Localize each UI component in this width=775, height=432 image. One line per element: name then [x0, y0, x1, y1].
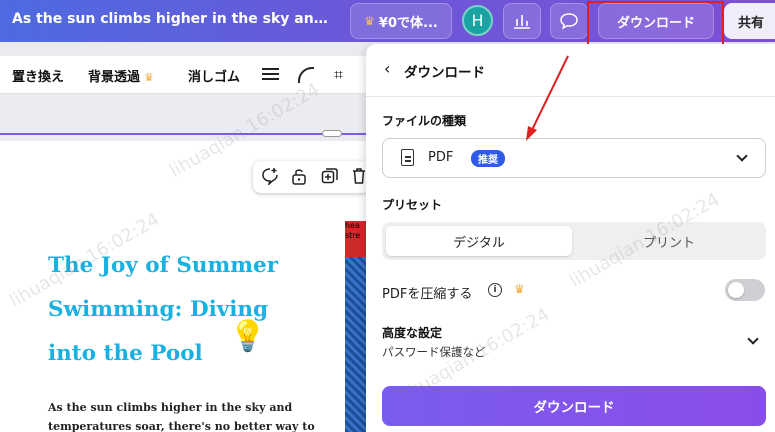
recommended-badge: 推奨 [471, 150, 505, 167]
compress-pdf-toggle[interactable] [725, 279, 765, 301]
image-edit-toolbar: 置き換え 背景透過 ♛ 消しゴム ⌗ [0, 56, 370, 94]
chevron-down-icon[interactable] [747, 333, 759, 345]
panel-title: ダウンロード [404, 65, 485, 81]
bg-remove-label: 背景透過 [88, 70, 141, 85]
preset-print[interactable]: プリント [576, 226, 762, 256]
add-comment-icon[interactable] [261, 167, 279, 189]
lightbulb-icon[interactable]: 💡 [229, 319, 266, 354]
bar-chart-icon [514, 15, 530, 29]
replace-button[interactable]: 置き換え [12, 66, 64, 85]
back-chevron-icon[interactable]: ‹ [384, 59, 390, 78]
crown-icon: ♛ [144, 71, 154, 84]
page-heading[interactable]: The Joy of Summer Swimming: Diving into … [48, 244, 318, 376]
eraser-button[interactable]: 消しゴム [188, 66, 240, 85]
preset-digital[interactable]: デジタル [386, 226, 572, 256]
comment-icon [560, 13, 578, 30]
file-type-value: PDF [428, 150, 454, 165]
share-button[interactable]: 共有 [724, 3, 775, 39]
lock-icon[interactable] [291, 167, 307, 189]
preset-label: プリセット [382, 198, 443, 212]
duplicate-icon[interactable] [321, 167, 339, 189]
comment-button[interactable] [550, 3, 588, 39]
border-style-icon[interactable] [262, 68, 279, 81]
preset-segmented-control: デジタル プリント [382, 222, 766, 260]
download-panel: ‹ ダウンロード ファイルの種類 PDF 推奨 プリセット デジタル プリント … [366, 44, 775, 432]
document-icon [401, 149, 414, 166]
resize-handle[interactable] [322, 130, 342, 137]
advanced-settings-subtitle: パスワード保護など [382, 345, 486, 359]
crown-icon: ♛ [514, 282, 525, 296]
avatar[interactable]: H [462, 5, 493, 36]
panel-divider [366, 96, 775, 97]
delete-icon[interactable] [352, 167, 366, 189]
free-trial-label: ¥0で体... [378, 15, 438, 31]
insights-button[interactable] [503, 3, 541, 39]
document-title[interactable]: As the sun climbs higher in the sky and … [12, 11, 337, 27]
file-type-label: ファイルの種類 [382, 114, 467, 128]
crop-icon[interactable]: ⌗ [334, 65, 343, 85]
element-floating-toolbar [253, 161, 370, 193]
info-icon[interactable]: i [488, 283, 502, 297]
selection-border [0, 133, 370, 135]
compress-pdf-label: PDFを圧縮する [382, 287, 473, 302]
download-button[interactable]: ダウンロード [382, 386, 766, 426]
corner-rounding-icon[interactable] [298, 67, 314, 83]
chevron-down-icon [736, 150, 748, 162]
free-trial-button[interactable]: ♛ ¥0で体... [350, 3, 452, 39]
bg-remove-button[interactable]: 背景透過 ♛ [88, 66, 154, 85]
advanced-settings-title[interactable]: 高度な設定 [382, 324, 442, 341]
file-type-select[interactable]: PDF 推奨 [382, 138, 766, 178]
toggle-knob [728, 282, 744, 298]
page-body-text[interactable]: As the sun climbs higher in the sky and … [48, 398, 318, 432]
crown-icon: ♛ [364, 14, 375, 28]
